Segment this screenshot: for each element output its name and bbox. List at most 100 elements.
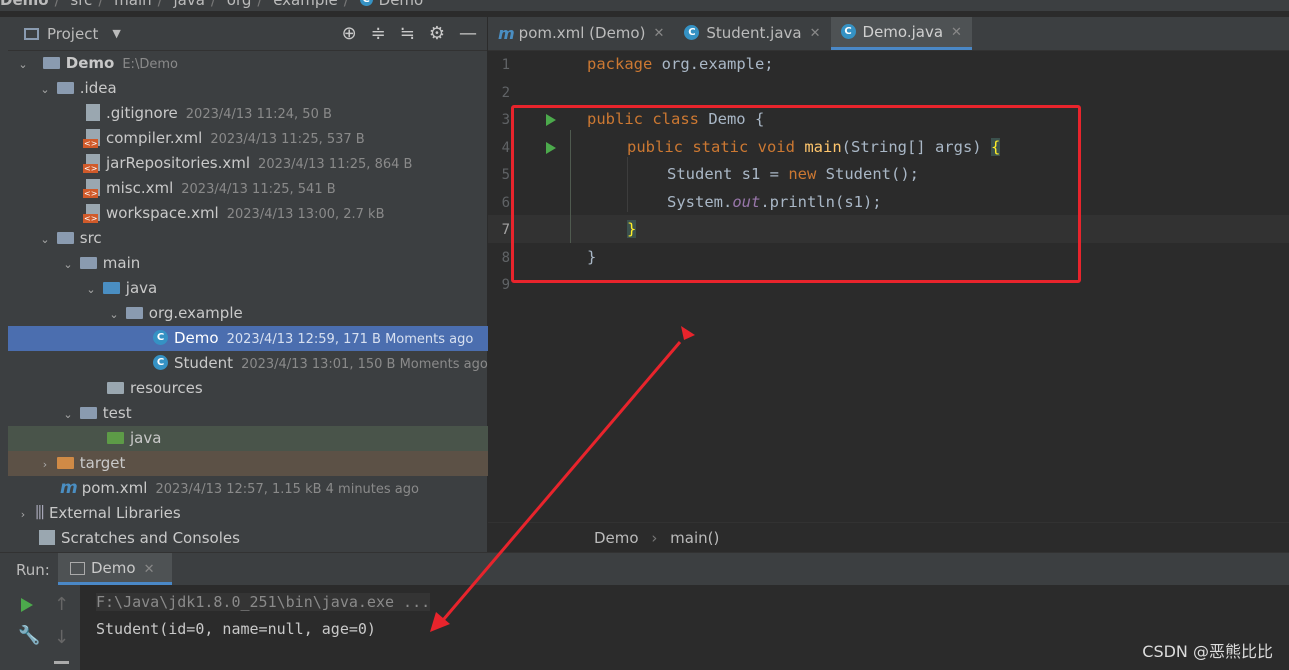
gear-icon[interactable]: ⚙ (429, 23, 445, 44)
tree-item-label: Student (174, 354, 234, 372)
tree-item-main-java[interactable]: ⌄ java (8, 276, 563, 301)
code-line-3[interactable]: public class Demo { (587, 110, 764, 128)
rerun-icon[interactable] (21, 598, 33, 612)
tree-item-label: External Libraries (48, 504, 181, 522)
chevron-down-icon[interactable]: ▼ (112, 27, 120, 40)
code-line-6[interactable]: System.out.println(s1); (667, 193, 882, 211)
libraries-icon: ||| (34, 504, 45, 520)
tree-item-label: workspace.xml (106, 204, 219, 222)
ignore-file-icon (86, 104, 100, 121)
console-command-line[interactable]: F:\Java\jdk1.8.0_251\bin\java.exe ... (96, 593, 431, 611)
code-method-name: main (804, 138, 842, 156)
run-main-icon[interactable] (546, 142, 556, 154)
scroll-down-icon[interactable]: ↓ (54, 627, 69, 648)
tree-item-meta: 2023/4/13 13:00, 2.7 kB (226, 207, 385, 222)
code-text: (String[] args) (841, 138, 991, 156)
tree-item-compiler-xml[interactable]: compiler.xml 2023/4/13 11:25, 537 B (8, 126, 565, 151)
tree-item-target[interactable]: › target (8, 451, 517, 476)
close-icon[interactable]: ✕ (653, 17, 664, 50)
tree-item-pom-xml[interactable]: m pom.xml 2023/4/13 12:57, 1.15 kB 4 minut… (8, 476, 539, 501)
editor-breadcrumb: Demo › main() (488, 522, 1289, 553)
locate-icon[interactable]: ⊕ (342, 23, 357, 44)
breadcrumb-item[interactable]: Demo (379, 0, 424, 9)
project-panel-title[interactable]: Project (47, 25, 98, 43)
breadcrumb-item[interactable]: main (114, 0, 151, 9)
breadcrumb-item[interactable]: org (227, 0, 252, 9)
tree-item-jarrepositories-xml[interactable]: jarRepositories.xml 2023/4/13 11:25, 864 … (8, 151, 565, 176)
breadcrumb-item[interactable]: Demo (0, 0, 49, 9)
gutter[interactable]: 1 2 3 4 5 6 7 8 9 (488, 51, 586, 521)
code-keyword: public class (587, 110, 699, 128)
wrench-icon[interactable]: 🔧 (18, 625, 40, 646)
chevron-down-icon[interactable]: ⌄ (61, 402, 75, 427)
tree-item-misc-xml[interactable]: misc.xml 2023/4/13 11:25, 541 B (8, 176, 565, 201)
tree-item-scratches[interactable]: Scratches and Consoles (8, 526, 518, 551)
line-number: 4 (501, 140, 510, 156)
collapse-all-icon[interactable]: ≒ (400, 23, 415, 44)
tree-item-main[interactable]: ⌄ main (8, 251, 540, 276)
run-tab-demo[interactable]: Demo ✕ (58, 553, 172, 585)
scroll-up-icon[interactable]: ↑ (54, 594, 69, 615)
chevron-right-icon[interactable]: › (38, 452, 52, 477)
tab-label: Demo.java (862, 22, 944, 41)
tree-item-meta: 2023/4/13 11:25, 864 B (258, 157, 413, 172)
line-number: 3 (501, 112, 510, 128)
tree-item-label: .gitignore (106, 104, 178, 122)
code-editor: m pom.xml (Demo) ✕ C Student.java ✕ C De… (488, 16, 1289, 553)
class-icon: C (153, 330, 168, 345)
tree-item-gitignore[interactable]: .gitignore 2023/4/13 11:24, 50 B (8, 101, 565, 126)
close-icon[interactable]: ✕ (951, 16, 962, 49)
breadcrumb-item[interactable]: src (70, 0, 92, 9)
tab-label: Student.java (706, 24, 802, 42)
tree-item-label: test (102, 404, 132, 422)
tree-item-meta: 2023/4/13 12:59, 171 B Moments ago (226, 332, 474, 347)
line-number: 5 (501, 167, 510, 183)
breadcrumb-item[interactable]: example (273, 0, 338, 9)
tree-item-meta: E:\Demo (122, 57, 178, 72)
close-icon[interactable]: ✕ (144, 562, 155, 577)
indent-guide (627, 157, 628, 212)
code-line-8[interactable]: } (587, 248, 596, 266)
tree-item-src[interactable]: ⌄ src (8, 226, 517, 251)
source-folder-icon (102, 281, 120, 294)
code-line-4[interactable]: public static void main(String[] args) { (627, 138, 1001, 156)
tab-demo-java[interactable]: C Demo.java ✕ (830, 16, 972, 50)
module-folder-icon (42, 56, 60, 69)
tree-item-idea[interactable]: ⌄ .idea (8, 76, 517, 101)
breadcrumb-item[interactable]: Demo (594, 529, 639, 547)
chevron-right-icon[interactable]: › (16, 502, 30, 527)
expand-all-icon[interactable]: ≑ (371, 23, 386, 44)
tree-item-demo-module[interactable]: ⌄ Demo E:\Demo (8, 51, 487, 76)
tab-student-java[interactable]: C Student.java ✕ (674, 17, 830, 50)
chevron-down-icon[interactable]: ⌄ (61, 252, 75, 277)
tree-item-label: compiler.xml (106, 129, 203, 147)
code-line-1[interactable]: package org.example; (587, 55, 774, 73)
maven-icon: m (60, 478, 78, 498)
soft-wrap-icon[interactable] (54, 661, 69, 664)
chevron-down-icon[interactable]: ⌄ (38, 77, 52, 102)
close-icon[interactable]: ✕ (810, 17, 821, 50)
chevron-down-icon[interactable]: ⌄ (84, 277, 98, 302)
code-text: org.example; (652, 55, 774, 73)
tree-item-workspace-xml[interactable]: workspace.xml 2023/4/13 13:00, 2.7 kB (8, 201, 565, 226)
breadcrumb-item[interactable]: main() (670, 529, 719, 547)
chevron-right-icon: › (651, 529, 658, 547)
run-class-icon[interactable] (546, 114, 556, 126)
watermark: CSDN @恶熊比比 (1142, 642, 1273, 661)
breadcrumb-item[interactable]: java (173, 0, 204, 9)
code-brace: { (990, 138, 1001, 156)
tree-item-test[interactable]: ⌄ test (8, 401, 540, 426)
package-icon (125, 306, 143, 319)
tab-pom-xml[interactable]: m pom.xml (Demo) ✕ (488, 17, 674, 50)
code-line-5[interactable]: Student s1 = new Student(); (667, 165, 919, 183)
chevron-down-icon[interactable]: ⌄ (38, 227, 52, 252)
tree-item-external-libraries[interactable]: › ||| External Libraries (8, 501, 495, 526)
chevron-down-icon[interactable]: ⌄ (8, 52, 30, 77)
xml-file-icon (83, 154, 100, 173)
tree-item-label: org.example (148, 304, 243, 322)
chevron-down-icon[interactable]: ⌄ (107, 302, 121, 327)
console-output[interactable]: F:\Java\jdk1.8.0_251\bin\java.exe ... St… (80, 585, 1289, 670)
run-toolbar: 🔧 ↑ ↓ (0, 585, 80, 670)
minimize-icon[interactable]: — (459, 23, 477, 44)
code-line-7[interactable]: } (627, 220, 637, 238)
